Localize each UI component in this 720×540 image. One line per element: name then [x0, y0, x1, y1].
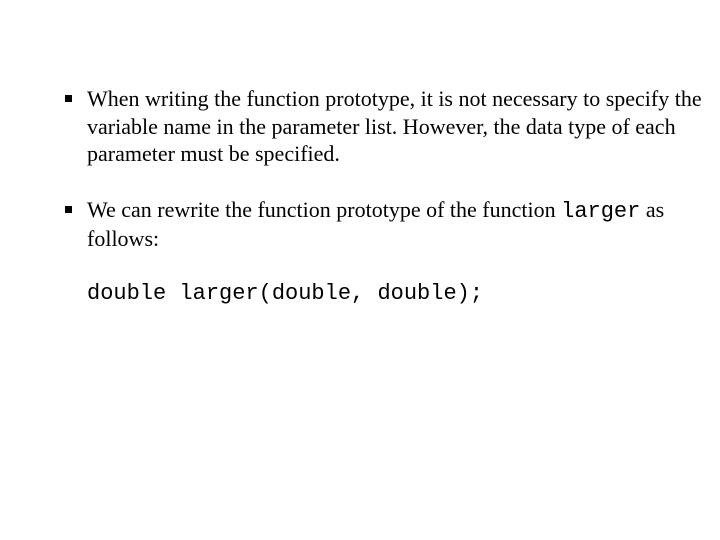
code-example-line: double larger(double, double);: [87, 281, 720, 306]
bullet-2-code-inline: larger: [561, 199, 640, 224]
bullet-2-text-a: We can rewrite the function prototype of…: [87, 197, 561, 222]
bullet-item-1: When writing the function prototype, it …: [62, 85, 720, 168]
bullet-1-text: When writing the function prototype, it …: [87, 86, 702, 166]
bullet-item-2: We can rewrite the function prototype of…: [62, 196, 720, 253]
bullet-list: When writing the function prototype, it …: [62, 85, 720, 253]
slide-body: When writing the function prototype, it …: [0, 0, 720, 540]
